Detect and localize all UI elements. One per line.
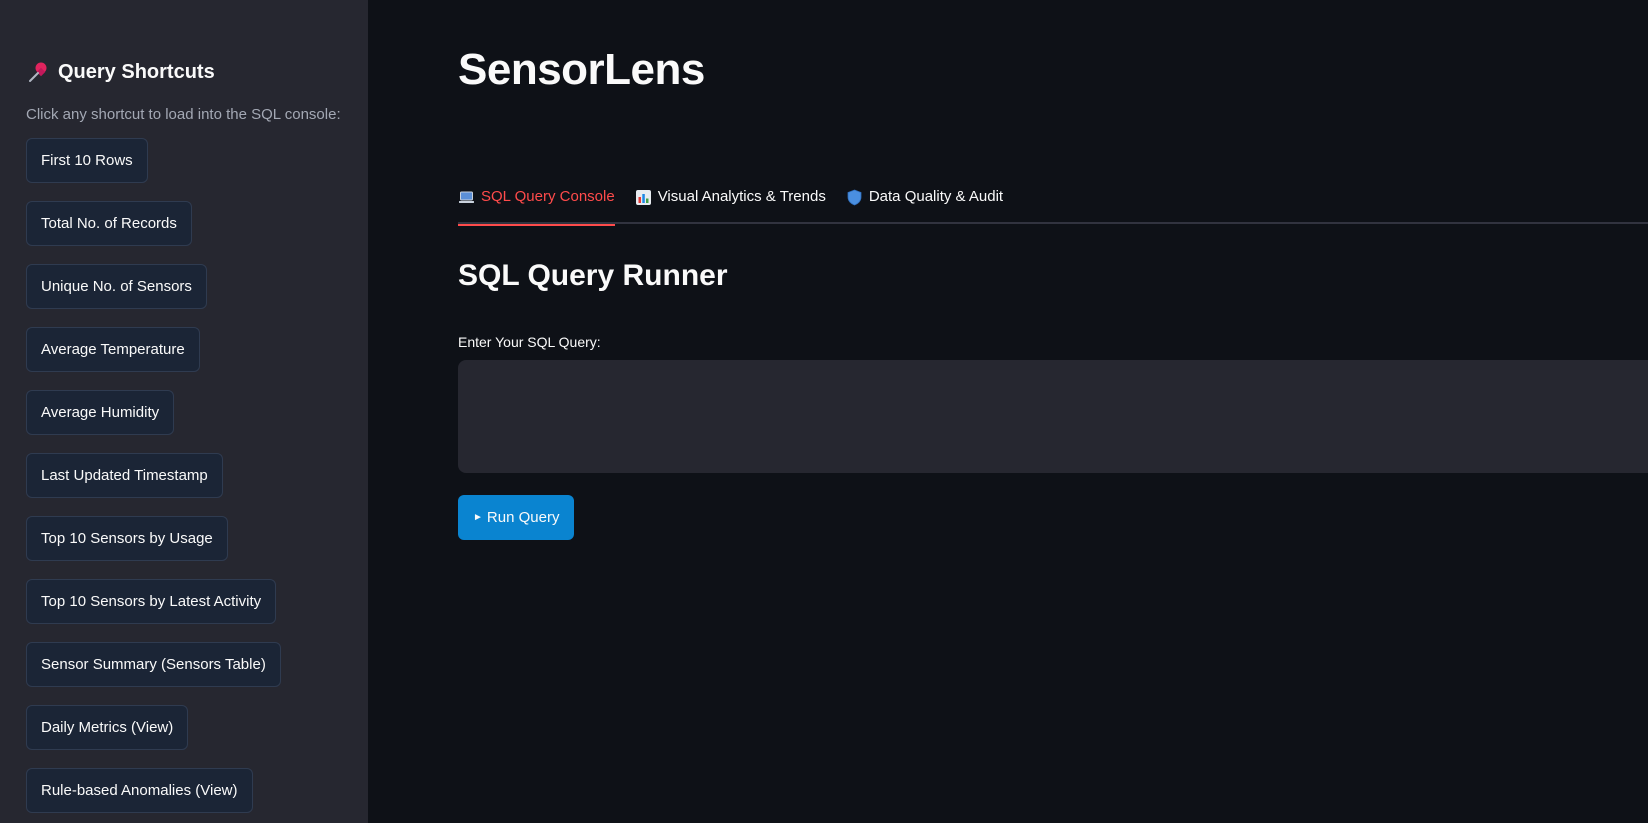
shield-icon xyxy=(846,189,863,206)
shortcut-daily-metrics[interactable]: Daily Metrics (View) xyxy=(26,705,189,750)
tab-label: SQL Query Console xyxy=(481,188,615,205)
shortcut-last-updated[interactable]: Last Updated Timestamp xyxy=(26,453,223,498)
shortcut-list: First 10 Rows Total No. of Records Uniqu… xyxy=(26,138,342,813)
sidebar-title-text: Query Shortcuts xyxy=(58,60,215,83)
shortcut-sensor-summary[interactable]: Sensor Summary (Sensors Table) xyxy=(26,642,281,687)
sql-input-label: Enter Your SQL Query: xyxy=(458,334,601,350)
sidebar: Query Shortcuts Click any shortcut to lo… xyxy=(0,0,368,823)
play-icon: ► xyxy=(473,511,483,523)
section-title: SQL Query Runner xyxy=(458,259,728,292)
pushpin-icon xyxy=(26,60,50,84)
run-query-label: Run Query xyxy=(486,509,560,526)
shortcut-top10-latest[interactable]: Top 10 Sensors by Latest Activity xyxy=(26,579,277,624)
run-query-button[interactable]: ► Run Query xyxy=(458,495,575,540)
tab-data-quality[interactable]: Data Quality & Audit xyxy=(846,186,1003,224)
tab-label: Visual Analytics & Trends xyxy=(657,188,826,205)
app-title: SensorLens xyxy=(458,45,705,94)
sidebar-hint: Click any shortcut to load into the SQL … xyxy=(26,106,341,123)
shortcut-anomalies[interactable]: Rule-based Anomalies (View) xyxy=(26,768,253,813)
tab-label: Data Quality & Audit xyxy=(868,188,1004,205)
tab-sql-query-console[interactable]: SQL Query Console xyxy=(458,186,615,226)
sql-query-input[interactable] xyxy=(458,360,1648,473)
shortcut-first-10-rows[interactable]: First 10 Rows xyxy=(26,138,148,183)
shortcut-average-humidity[interactable]: Average Humidity xyxy=(26,390,175,435)
shortcut-total-records[interactable]: Total No. of Records xyxy=(26,201,192,246)
tab-visual-analytics[interactable]: Visual Analytics & Trends xyxy=(635,186,826,224)
main-content: SensorLens SQL Query Console Visual Anal… xyxy=(368,0,1648,823)
shortcut-average-temperature[interactable]: Average Temperature xyxy=(26,327,200,372)
app-root: Query Shortcuts Click any shortcut to lo… xyxy=(0,0,1648,823)
bar-chart-icon xyxy=(635,189,652,206)
laptop-icon xyxy=(458,189,475,206)
sidebar-title: Query Shortcuts xyxy=(26,56,342,88)
tab-bar: SQL Query Console Visual Analytics & Tre… xyxy=(458,186,1648,226)
shortcut-unique-sensors[interactable]: Unique No. of Sensors xyxy=(26,264,207,309)
shortcut-top10-usage[interactable]: Top 10 Sensors by Usage xyxy=(26,516,228,561)
